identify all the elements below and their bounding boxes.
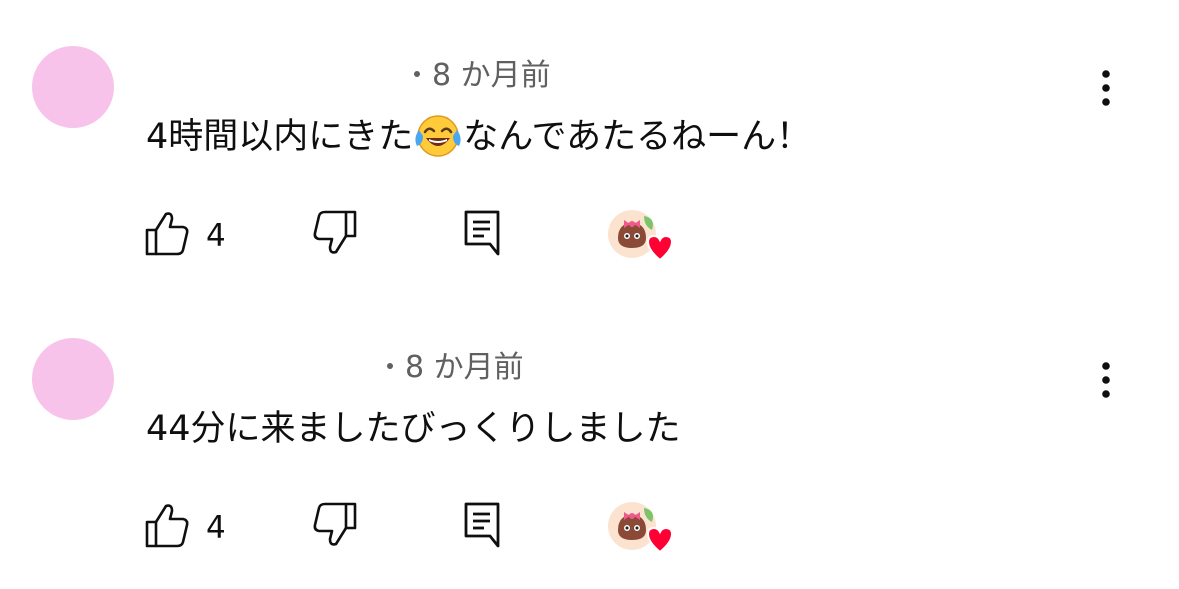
comment-time[interactable]: 8 か月前 (432, 58, 551, 93)
more-options-button[interactable] (1088, 358, 1124, 402)
like-count: 4 (206, 218, 226, 254)
creator-heart-icon (608, 210, 674, 262)
comment-text: 44分に来ましたびっくりしました (146, 409, 681, 449)
comment-time[interactable]: 8 か月前 (405, 350, 524, 385)
comment-meta: 8 か月前 (414, 56, 551, 96)
reply-button[interactable] (462, 208, 514, 264)
more-options-button[interactable] (1088, 66, 1124, 110)
thumb-down-icon (313, 210, 357, 254)
comment-meta: 8 か月前 (387, 348, 524, 388)
thumb-down-icon (313, 502, 357, 546)
avatar[interactable] (32, 338, 114, 420)
face-with-tears-of-joy-icon (413, 112, 463, 158)
like-count: 4 (206, 510, 226, 546)
thumb-up-icon (145, 504, 189, 548)
comment-text-part: なんであたるねーん！ (463, 117, 812, 157)
comment-text: 4時間以内にきた なんであたるねーん！ (146, 114, 811, 160)
comment-text-part: 4時間以内にきた (146, 117, 414, 157)
reply-button[interactable] (462, 500, 514, 556)
comment-item: 8 か月前 4時間以内にきた なんであたるねーん！ 4 (0, 0, 1179, 290)
separator-dot (387, 362, 393, 369)
more-vert-icon (1102, 362, 1110, 398)
like-button[interactable]: 4 (144, 500, 244, 556)
dislike-button[interactable] (312, 500, 368, 556)
creator-heart-badge[interactable] (604, 500, 674, 556)
thumb-up-icon (145, 212, 189, 256)
creator-heart-icon (608, 502, 674, 554)
comment-item: 8 か月前 44分に来ましたびっくりしました 4 (0, 292, 1179, 582)
comment-icon (464, 210, 500, 256)
separator-dot (414, 70, 420, 77)
avatar[interactable] (32, 46, 114, 128)
creator-heart-badge[interactable] (604, 208, 674, 264)
dislike-button[interactable] (312, 208, 368, 264)
like-button[interactable]: 4 (144, 208, 244, 264)
comment-icon (464, 502, 500, 548)
more-vert-icon (1102, 70, 1110, 106)
